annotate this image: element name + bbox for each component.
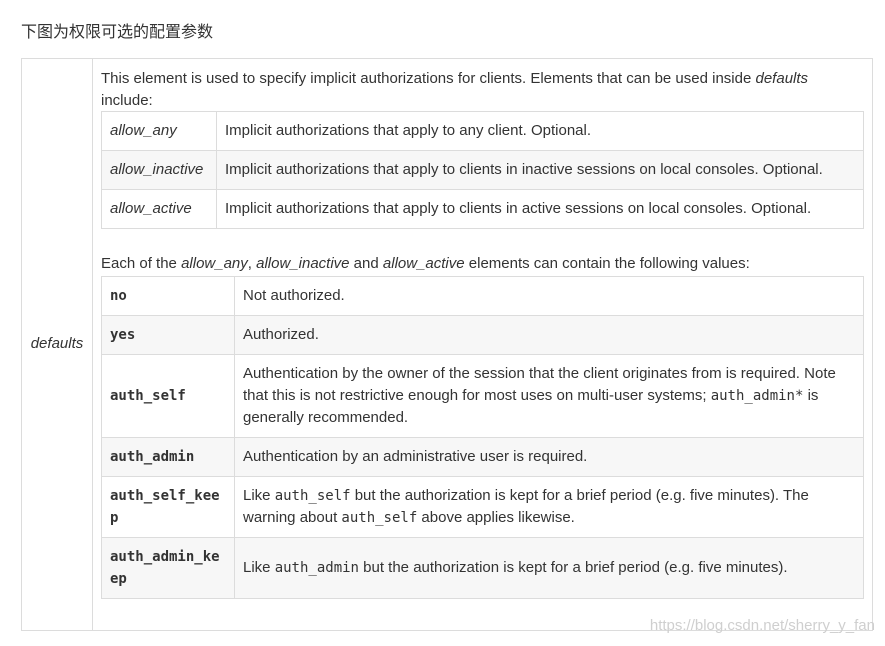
- value-key: no: [101, 276, 235, 316]
- values-intro-paragraph: Each of the allow_any, allow_inactive an…: [101, 253, 861, 275]
- elements-table: allow_any Implicit authorizations that a…: [101, 111, 864, 229]
- page-heading: 下图为权限可选的配置参数: [21, 24, 214, 41]
- element-key: allow_active: [101, 189, 217, 229]
- watermark: https://blog.csdn.net/sherry_y_fan: [649, 617, 875, 634]
- table-row: allow_any Implicit authorizations that a…: [101, 111, 864, 151]
- key-line: auth_self_kee: [110, 488, 220, 504]
- mid-em: allow_active: [382, 255, 465, 272]
- value-key: auth_self_keep: [101, 476, 235, 538]
- config-table: defaults This element is used to specify…: [21, 58, 873, 631]
- mid-text: ,: [247, 255, 257, 272]
- table-row: yes Authorized.: [101, 315, 864, 355]
- desc-code: auth_admin*: [710, 388, 804, 404]
- element-desc: Implicit authorizations that apply to an…: [216, 111, 864, 151]
- table-row: allow_active Implicit authorizations tha…: [101, 189, 864, 229]
- value-key: auth_self: [101, 354, 235, 438]
- desc-text: Like: [243, 487, 275, 504]
- table-row: auth_self_keep Like auth_self but the au…: [101, 476, 864, 538]
- intro-paragraph: This element is used to specify implicit…: [101, 68, 841, 112]
- table-row: auth_admin Authentication by an administ…: [101, 437, 864, 477]
- key-line: p: [110, 510, 119, 526]
- value-key: yes: [101, 315, 235, 355]
- desc-text: Like: [243, 559, 275, 576]
- value-desc: Authorized.: [234, 315, 864, 355]
- desc-code: auth_self: [341, 510, 418, 526]
- element-key: allow_any: [101, 111, 217, 151]
- value-desc: Authentication by an administrative user…: [234, 437, 864, 477]
- value-desc: Authentication by the owner of the sessi…: [234, 354, 864, 438]
- element-desc: Implicit authorizations that apply to cl…: [216, 150, 864, 190]
- mid-text: Each of the: [101, 255, 182, 272]
- value-key: auth_admin: [101, 437, 235, 477]
- value-desc: Like auth_admin but the authorization is…: [234, 537, 864, 599]
- desc-text: but the authorization is kept for a brie…: [358, 559, 788, 576]
- mid-em: allow_inactive: [256, 255, 350, 272]
- intro-em: defaults: [755, 70, 809, 87]
- value-key: auth_admin_keep: [101, 537, 235, 599]
- intro-text-end: include:: [101, 92, 153, 109]
- element-desc: Implicit authorizations that apply to cl…: [216, 189, 864, 229]
- desc-code: auth_admin: [274, 560, 359, 576]
- table-row: auth_self Authentication by the owner of…: [101, 354, 864, 438]
- element-key: allow_inactive: [101, 150, 217, 190]
- key-line: auth_admin_ke: [110, 549, 220, 565]
- intro-text: This element is used to specify implicit…: [101, 70, 756, 87]
- defaults-label: defaults: [30, 335, 84, 352]
- mid-em: allow_any: [181, 255, 248, 272]
- desc-code: auth_self: [274, 488, 351, 504]
- table-row: allow_inactive Implicit authorizations t…: [101, 150, 864, 190]
- key-line: ep: [110, 571, 127, 587]
- mid-text: and: [349, 255, 383, 272]
- values-table: no Not authorized. yes Authorized. auth_…: [101, 276, 864, 599]
- table-row: auth_admin_keep Like auth_admin but the …: [101, 537, 864, 599]
- value-desc: Not authorized.: [234, 276, 864, 316]
- defaults-cell: defaults: [22, 59, 93, 630]
- desc-text: above applies likewise.: [417, 509, 575, 526]
- mid-text: elements can contain the following value…: [464, 255, 750, 272]
- value-desc: Like auth_self but the authorization is …: [234, 476, 864, 538]
- table-row: no Not authorized.: [101, 276, 864, 316]
